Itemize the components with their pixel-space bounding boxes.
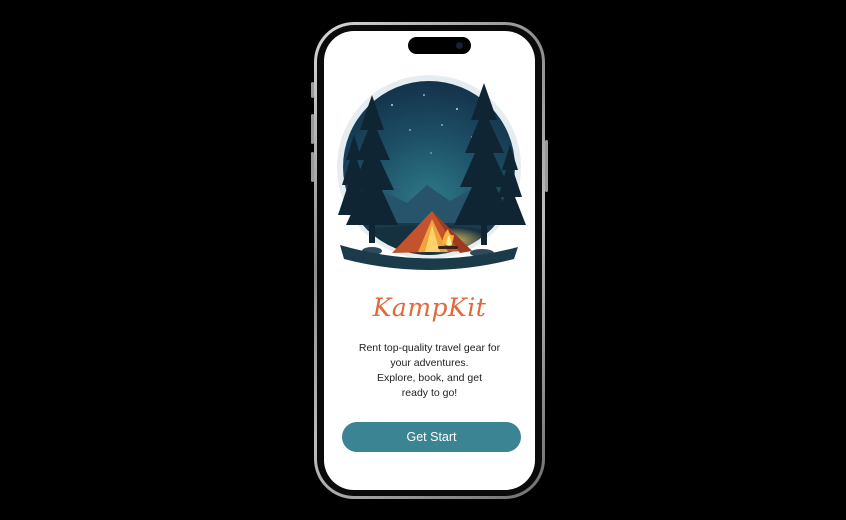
- tagline-line: Rent top-quality travel gear for: [358, 342, 501, 354]
- front-camera-icon: [456, 42, 463, 49]
- dynamic-island: [408, 37, 471, 54]
- tagline-line: Explore, book, and get: [376, 372, 483, 384]
- stage: KampKit Rent top-quality travel gear for…: [0, 0, 846, 520]
- tagline-line: your adventures.: [390, 357, 469, 369]
- volume-down-side-button: [311, 152, 314, 182]
- action-side-button: [311, 82, 314, 98]
- app-screen: KampKit Rent top-quality travel gear for…: [324, 31, 535, 490]
- tagline: Rent top-quality travel gear for your ad…: [344, 341, 515, 401]
- tagline-line: ready to go!: [401, 387, 458, 399]
- power-side-button: [545, 140, 548, 192]
- get-start-button[interactable]: Get Start: [342, 422, 521, 452]
- volume-up-side-button: [311, 114, 314, 144]
- tent-campfire-illustration: [337, 75, 526, 270]
- phone-mockup: KampKit Rent top-quality travel gear for…: [311, 22, 548, 499]
- app-brand-title: KampKit: [372, 293, 487, 322]
